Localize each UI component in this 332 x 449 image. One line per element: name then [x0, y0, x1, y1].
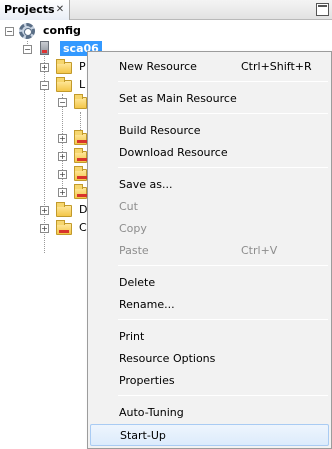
expand-icon[interactable]: +: [58, 188, 67, 197]
maximize-icon[interactable]: [316, 3, 329, 16]
menu-item-start-up[interactable]: Start-Up: [90, 424, 329, 446]
folder-open-icon: [56, 77, 72, 92]
expand-icon[interactable]: +: [40, 206, 49, 215]
menu-item-properties[interactable]: Properties: [90, 370, 329, 392]
tree-item-partial[interactable]: C: [79, 221, 87, 234]
menu-item-resource-options[interactable]: Resource Options: [90, 348, 329, 370]
menu-separator: [118, 265, 328, 266]
menu-item-save-as[interactable]: Save as...: [90, 174, 329, 196]
menu-separator: [118, 81, 328, 82]
tree-connector: [62, 94, 63, 194]
folder-icon: [56, 202, 72, 217]
menu-item-shortcut: Ctrl+Shift+R: [241, 60, 312, 73]
menu-item-label: Copy: [119, 222, 147, 235]
folder-open-icon: [74, 94, 87, 109]
context-menu: New Resource Ctrl+Shift+R Set as Main Re…: [87, 51, 332, 449]
expand-icon[interactable]: +: [58, 134, 67, 143]
menu-item-cut[interactable]: Cut: [90, 196, 329, 218]
menu-item-copy[interactable]: Copy: [90, 218, 329, 240]
close-icon[interactable]: ✕: [53, 3, 67, 17]
device-icon: [40, 41, 49, 55]
menu-separator: [118, 167, 328, 168]
menu-item-label: Cut: [119, 200, 138, 213]
menu-item-label: Rename...: [119, 298, 175, 311]
expand-icon[interactable]: +: [40, 224, 49, 233]
menu-separator: [118, 113, 328, 114]
tree-item-partial[interactable]: P: [79, 60, 86, 73]
menu-item-label: Delete: [119, 276, 156, 289]
menu-item-print[interactable]: Print: [90, 326, 329, 348]
expand-icon[interactable]: +: [40, 63, 49, 72]
tree-item-config[interactable]: config: [43, 24, 81, 37]
menu-item-shortcut: Ctrl+V: [241, 244, 278, 257]
projects-panel-header: Projects ✕: [0, 0, 332, 20]
folder-icon: [74, 166, 87, 181]
collapse-icon[interactable]: −: [58, 98, 67, 107]
menu-item-label: New Resource: [119, 60, 197, 73]
folder-icon: [74, 130, 87, 145]
tree-item-partial[interactable]: L: [79, 78, 85, 91]
menu-item-label: Paste: [119, 244, 149, 257]
folder-icon: [74, 184, 87, 199]
gear-icon: [19, 23, 35, 39]
menu-item-delete[interactable]: Delete: [90, 272, 329, 294]
menu-item-new-resource[interactable]: New Resource Ctrl+Shift+R: [90, 56, 329, 78]
expand-icon[interactable]: +: [58, 170, 67, 179]
menu-item-label: Auto-Tuning: [119, 406, 184, 419]
menu-item-label: Save as...: [119, 178, 173, 191]
menu-item-label: Properties: [119, 374, 175, 387]
menu-item-label: Set as Main Resource: [119, 92, 237, 105]
collapse-icon[interactable]: −: [5, 27, 14, 36]
folder-icon: [74, 148, 87, 163]
menu-item-download-resource[interactable]: Download Resource: [90, 142, 329, 164]
menu-separator: [118, 319, 328, 320]
tab-projects-label: Projects: [4, 3, 55, 16]
menu-item-label: Build Resource: [119, 124, 201, 137]
menu-item-build-resource[interactable]: Build Resource: [90, 120, 329, 142]
menu-item-label: Download Resource: [119, 146, 228, 159]
folder-icon: [56, 220, 72, 235]
menu-item-auto-tuning[interactable]: Auto-Tuning: [90, 402, 329, 424]
collapse-icon[interactable]: −: [23, 45, 32, 54]
menu-item-label: Print: [119, 330, 145, 343]
menu-item-rename[interactable]: Rename...: [90, 294, 329, 316]
menu-item-set-as-main-resource[interactable]: Set as Main Resource: [90, 88, 329, 110]
expand-icon[interactable]: +: [58, 152, 67, 161]
folder-icon: [56, 59, 72, 74]
menu-item-paste[interactable]: Paste Ctrl+V: [90, 240, 329, 262]
menu-item-label: Start-Up: [120, 429, 166, 442]
menu-separator: [118, 395, 328, 396]
collapse-icon[interactable]: −: [40, 81, 49, 90]
menu-item-label: Resource Options: [119, 352, 216, 365]
